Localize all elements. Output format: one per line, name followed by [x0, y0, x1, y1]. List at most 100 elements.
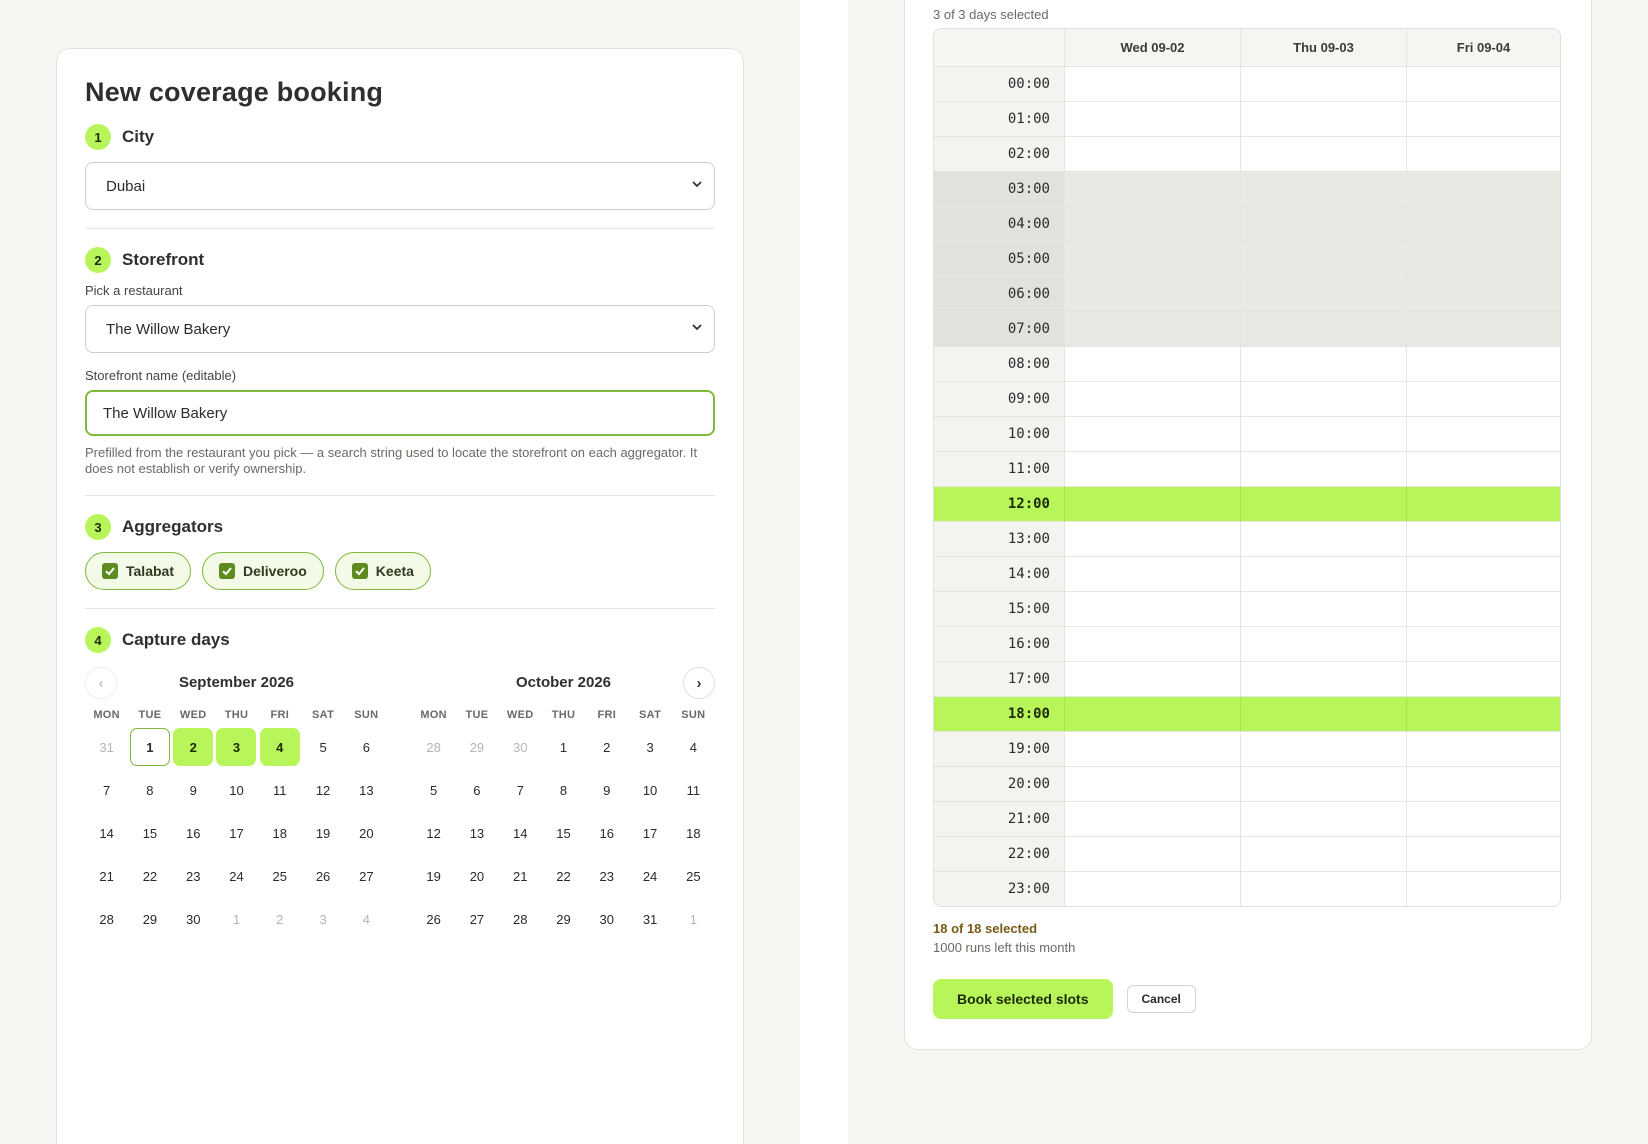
- hour-label[interactable]: 13:00: [934, 522, 1064, 556]
- column-header[interactable]: Wed 09-02: [1064, 29, 1240, 66]
- calendar-day[interactable]: 25: [672, 857, 715, 895]
- slot-cell[interactable]: [1064, 697, 1240, 731]
- slot-cell[interactable]: [1240, 382, 1406, 416]
- slot-cell[interactable]: [1064, 557, 1240, 591]
- hour-label[interactable]: 19:00: [934, 732, 1064, 766]
- calendar-day[interactable]: 12: [301, 771, 344, 809]
- calendar-day[interactable]: 7: [85, 771, 128, 809]
- hour-label[interactable]: 01:00: [934, 102, 1064, 136]
- slot-cell[interactable]: [1064, 522, 1240, 556]
- slot-cell[interactable]: [1406, 67, 1560, 101]
- calendar-day[interactable]: 12: [412, 814, 455, 852]
- slot-cell[interactable]: [1406, 802, 1560, 836]
- slot-cell[interactable]: [1240, 312, 1406, 346]
- calendar-day[interactable]: 17: [628, 814, 671, 852]
- slot-cell[interactable]: [1064, 277, 1240, 311]
- calendar-day[interactable]: 5: [412, 771, 455, 809]
- slot-cell[interactable]: [1240, 592, 1406, 626]
- slot-cell[interactable]: [1406, 347, 1560, 381]
- calendar-day[interactable]: 29: [542, 900, 585, 938]
- slot-cell[interactable]: [1064, 67, 1240, 101]
- hour-label[interactable]: 10:00: [934, 417, 1064, 451]
- slot-cell[interactable]: [1064, 417, 1240, 451]
- slot-cell[interactable]: [1240, 802, 1406, 836]
- slot-cell[interactable]: [1064, 662, 1240, 696]
- calendar-day[interactable]: 22: [542, 857, 585, 895]
- slot-cell[interactable]: [1406, 522, 1560, 556]
- hour-label[interactable]: 06:00: [934, 277, 1064, 311]
- calendar-day[interactable]: 7: [499, 771, 542, 809]
- calendar-day[interactable]: 28: [499, 900, 542, 938]
- slot-cell[interactable]: [1064, 102, 1240, 136]
- hour-label[interactable]: 12:00: [934, 487, 1064, 521]
- calendar-day[interactable]: 2: [172, 728, 215, 766]
- calendar-day[interactable]: 26: [412, 900, 455, 938]
- hour-label[interactable]: 17:00: [934, 662, 1064, 696]
- slot-cell[interactable]: [1064, 242, 1240, 276]
- calendar-day[interactable]: 29: [128, 900, 171, 938]
- slot-cell[interactable]: [1406, 487, 1560, 521]
- slot-cell[interactable]: [1240, 522, 1406, 556]
- calendar-day[interactable]: 5: [301, 728, 344, 766]
- hour-label[interactable]: 08:00: [934, 347, 1064, 381]
- calendar-day[interactable]: 30: [172, 900, 215, 938]
- calendar-day[interactable]: 9: [172, 771, 215, 809]
- slot-cell[interactable]: [1406, 277, 1560, 311]
- slot-cell[interactable]: [1240, 347, 1406, 381]
- hour-label[interactable]: 20:00: [934, 767, 1064, 801]
- slot-cell[interactable]: [1064, 627, 1240, 661]
- hour-label[interactable]: 22:00: [934, 837, 1064, 871]
- calendar-day[interactable]: 11: [258, 771, 301, 809]
- calendar-day[interactable]: 27: [455, 900, 498, 938]
- hour-label[interactable]: 16:00: [934, 627, 1064, 661]
- slot-cell[interactable]: [1406, 557, 1560, 591]
- slot-cell[interactable]: [1406, 172, 1560, 206]
- calendar-day[interactable]: 1: [128, 728, 171, 766]
- calendar-day[interactable]: 13: [345, 771, 388, 809]
- calendar-day[interactable]: 2: [585, 728, 628, 766]
- slot-cell[interactable]: [1406, 872, 1560, 906]
- calendar-day[interactable]: 14: [85, 814, 128, 852]
- calendar-day[interactable]: 6: [345, 728, 388, 766]
- calendar-day[interactable]: 21: [85, 857, 128, 895]
- slot-cell[interactable]: [1240, 837, 1406, 871]
- slot-cell[interactable]: [1406, 627, 1560, 661]
- calendar-day[interactable]: 24: [215, 857, 258, 895]
- hour-label[interactable]: 14:00: [934, 557, 1064, 591]
- slot-cell[interactable]: [1240, 67, 1406, 101]
- hour-label[interactable]: 07:00: [934, 312, 1064, 346]
- restaurant-select[interactable]: The Willow Bakery: [85, 305, 715, 353]
- slot-cell[interactable]: [1064, 732, 1240, 766]
- hour-label[interactable]: 04:00: [934, 207, 1064, 241]
- slot-cell[interactable]: [1064, 767, 1240, 801]
- calendar-day[interactable]: 20: [455, 857, 498, 895]
- slot-cell[interactable]: [1240, 732, 1406, 766]
- hour-label[interactable]: 05:00: [934, 242, 1064, 276]
- slot-cell[interactable]: [1064, 312, 1240, 346]
- slot-cell[interactable]: [1240, 102, 1406, 136]
- prev-month-button[interactable]: ‹: [85, 667, 117, 699]
- slot-cell[interactable]: [1064, 802, 1240, 836]
- calendar-day[interactable]: 16: [585, 814, 628, 852]
- calendar-day[interactable]: 15: [542, 814, 585, 852]
- hour-label[interactable]: 18:00: [934, 697, 1064, 731]
- hour-label[interactable]: 21:00: [934, 802, 1064, 836]
- slot-cell[interactable]: [1406, 697, 1560, 731]
- slot-cell[interactable]: [1406, 662, 1560, 696]
- slot-cell[interactable]: [1064, 347, 1240, 381]
- slot-cell[interactable]: [1406, 767, 1560, 801]
- slot-cell[interactable]: [1064, 382, 1240, 416]
- slot-cell[interactable]: [1406, 382, 1560, 416]
- calendar-day[interactable]: 26: [301, 857, 344, 895]
- calendar-day[interactable]: 6: [455, 771, 498, 809]
- next-month-button[interactable]: ›: [683, 667, 715, 699]
- calendar-day[interactable]: 3: [215, 728, 258, 766]
- calendar-day[interactable]: 8: [128, 771, 171, 809]
- slot-cell[interactable]: [1064, 207, 1240, 241]
- slot-cell[interactable]: [1240, 277, 1406, 311]
- calendar-day[interactable]: 25: [258, 857, 301, 895]
- calendar-day[interactable]: 18: [672, 814, 715, 852]
- slot-cell[interactable]: [1240, 872, 1406, 906]
- calendar-day[interactable]: 23: [585, 857, 628, 895]
- calendar-day[interactable]: 4: [672, 728, 715, 766]
